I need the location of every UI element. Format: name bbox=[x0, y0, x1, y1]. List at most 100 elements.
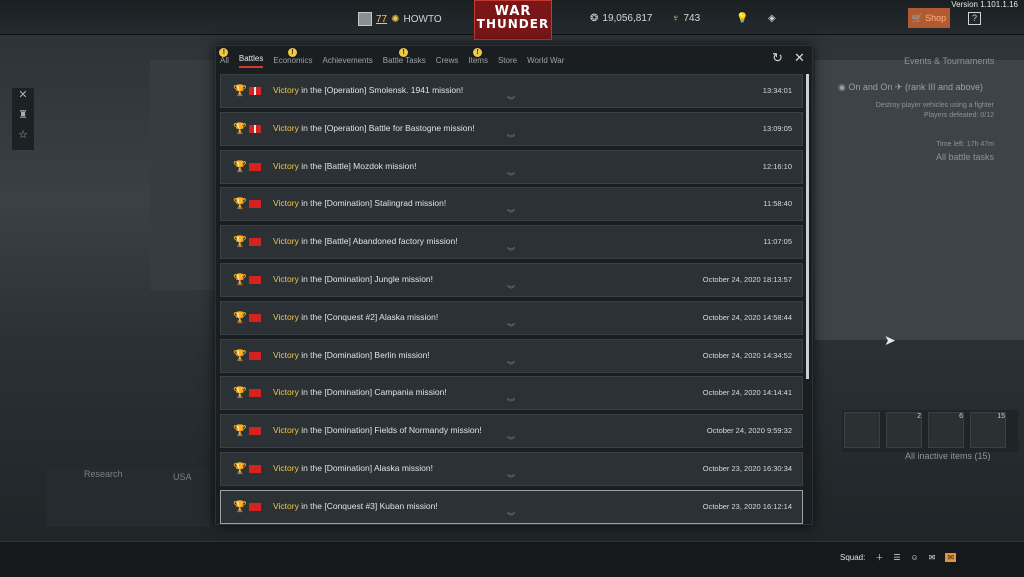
timestamp: 13:09:05 bbox=[762, 123, 792, 133]
trophy-icon: 🏆 bbox=[233, 122, 247, 135]
list-item[interactable]: 🏆 Victory in the [Operation] Battle for B… bbox=[220, 111, 803, 146]
tab-world-war[interactable]: World War bbox=[527, 56, 564, 68]
chevron-down-icon[interactable]: ︾ bbox=[507, 435, 515, 446]
silver-amount: 19,056,817 bbox=[602, 13, 653, 24]
list-item[interactable]: 🏆 Victory in the [Operation] Smolensk. 19… bbox=[220, 74, 803, 108]
victory-label: Victory bbox=[273, 349, 299, 360]
chevron-down-icon[interactable]: ︾ bbox=[507, 360, 515, 371]
list-icon[interactable]: ☰ bbox=[893, 553, 900, 562]
tab-label: Achievements bbox=[322, 56, 373, 65]
left-toolbar: ✕ ♜ ☆ bbox=[12, 88, 34, 150]
list-item[interactable]: 🏆 Victory in the [Domination] Stalingrad … bbox=[220, 187, 803, 222]
soldier-icon[interactable]: ♜ bbox=[12, 108, 34, 128]
tab-crews[interactable]: Crews bbox=[436, 56, 459, 68]
timestamp: October 24, 2020 9:59:32 bbox=[706, 426, 792, 436]
list-item[interactable]: 🏆 Victory in the [Domination] Jungle miss… bbox=[220, 262, 803, 297]
squad-controls: Squad: ＋ ☰ ☺ ✉ ✉ bbox=[840, 552, 957, 563]
list-item[interactable]: 🏆 Victory in the [Battle] Abandoned facto… bbox=[220, 225, 803, 260]
scrollbar[interactable] bbox=[806, 74, 809, 379]
gold-amount: 743 bbox=[683, 13, 701, 24]
list-item[interactable]: 🏆 Victory in the [Conquest #3] Kuban miss… bbox=[220, 489, 803, 524]
lightbulb-icon[interactable]: 💡 bbox=[736, 13, 748, 24]
all-battle-tasks-link[interactable]: All battle tasks bbox=[936, 152, 994, 162]
item-slot[interactable]: 15 bbox=[970, 412, 1006, 448]
chevron-down-icon[interactable]: ︾ bbox=[507, 171, 515, 182]
mail-icon[interactable]: ✉ bbox=[945, 553, 957, 562]
avatar bbox=[358, 12, 372, 26]
notification-list[interactable]: 🏆 Victory in the [Operation] Smolensk. 19… bbox=[220, 74, 803, 526]
mission-text: in the [Domination] Campania mission! bbox=[298, 387, 447, 398]
list-item[interactable]: 🏆 Victory in the [Domination] Fields of N… bbox=[220, 414, 803, 449]
nation-flag-icon bbox=[249, 313, 261, 322]
warbonds-icon[interactable]: ◈ bbox=[768, 13, 776, 24]
background-building bbox=[150, 60, 220, 290]
cart-icon: 🛒 bbox=[911, 12, 924, 23]
timestamp: 12:16:10 bbox=[762, 161, 792, 171]
tab-label: Items bbox=[468, 56, 488, 65]
notifications-window: All! Battles Economics! Achievements Battle … bbox=[215, 45, 813, 525]
logo-line2: THUNDER bbox=[476, 17, 550, 31]
list-item[interactable]: 🏆 Victory in the [Domination] Campania mi… bbox=[220, 376, 803, 411]
list-item[interactable]: 🏆 Victory in the [Battle] Mozdok mission!… bbox=[220, 149, 803, 184]
golden-eagles[interactable]: ♆ 743 bbox=[672, 13, 700, 24]
plane-icon: ✈ bbox=[894, 82, 903, 92]
chevron-down-icon[interactable]: ︾ bbox=[507, 95, 515, 106]
chevron-down-icon[interactable]: ︾ bbox=[507, 133, 515, 144]
game-logo[interactable]: WAR THUNDER bbox=[474, 0, 552, 40]
chat-icon[interactable]: ✉ bbox=[929, 553, 936, 562]
tab-store[interactable]: Store bbox=[498, 56, 517, 68]
help-button[interactable]: ? bbox=[968, 12, 981, 25]
timestamp: October 24, 2020 14:34:52 bbox=[702, 350, 792, 360]
chevron-down-icon[interactable]: ︾ bbox=[507, 511, 515, 522]
chevron-down-icon[interactable]: ︾ bbox=[507, 473, 515, 484]
victory-label: Victory bbox=[273, 122, 299, 133]
timestamp: October 24, 2020 18:13:57 bbox=[702, 274, 792, 284]
research-label: Research bbox=[84, 469, 123, 479]
item-slot[interactable]: 6 bbox=[928, 412, 964, 448]
shop-button[interactable]: 🛒 Shop bbox=[908, 8, 950, 28]
tab-achievements[interactable]: Achievements bbox=[322, 56, 372, 68]
tab-label: All bbox=[220, 56, 229, 65]
tab-battles[interactable]: Battles bbox=[238, 54, 264, 68]
victory-label: Victory bbox=[273, 500, 299, 511]
list-item[interactable]: 🏆 Victory in the [Domination] Berlin miss… bbox=[220, 338, 803, 373]
add-squad-icon[interactable]: ＋ bbox=[875, 552, 883, 563]
close-icon[interactable]: ✕ bbox=[794, 50, 805, 66]
trophy-icon: 🏆 bbox=[233, 273, 247, 286]
trophy-icon: 🏆 bbox=[233, 236, 247, 249]
item-count: 6 bbox=[959, 413, 963, 420]
inactive-items-link[interactable]: All inactive items (15) bbox=[905, 451, 991, 461]
tab-items[interactable]: Items! bbox=[468, 48, 488, 68]
task-description: Destroy player vehicles using a fighter bbox=[875, 102, 994, 109]
timestamp: October 24, 2020 14:58:44 bbox=[702, 312, 792, 322]
nation-flag-icon bbox=[249, 238, 261, 247]
item-slot[interactable]: 2 bbox=[886, 412, 922, 448]
tab-all[interactable]: All! bbox=[219, 48, 229, 68]
item-slot[interactable] bbox=[844, 412, 880, 448]
chevron-down-icon[interactable]: ︾ bbox=[507, 246, 515, 257]
mission-text: in the [Domination] Berlin mission! bbox=[298, 349, 430, 360]
chevron-down-icon[interactable]: ︾ bbox=[507, 208, 515, 219]
tab-label: Battle Tasks bbox=[382, 56, 426, 65]
friends-icon[interactable]: ☺ bbox=[911, 553, 919, 562]
events-tournaments-link[interactable]: Events & Tournaments bbox=[904, 56, 994, 66]
player-profile[interactable]: 77 ✺ HOWTO bbox=[358, 12, 442, 26]
trophy-icon: 🏆 bbox=[233, 198, 247, 211]
chevron-down-icon[interactable]: ︾ bbox=[507, 397, 515, 408]
rank-icon: ✺ bbox=[391, 13, 400, 25]
tab-battle-tasks[interactable]: Battle Tasks! bbox=[382, 48, 426, 68]
chevron-down-icon[interactable]: ︾ bbox=[507, 284, 515, 295]
list-item[interactable]: 🏆 Victory in the [Conquest #2] Alaska mis… bbox=[220, 300, 803, 335]
tab-label: Store bbox=[497, 56, 518, 65]
tab-economics[interactable]: Economics! bbox=[273, 48, 312, 68]
silver-lions[interactable]: ❂ 19,056,817 bbox=[590, 13, 652, 24]
refresh-icon[interactable]: ↻ bbox=[772, 50, 783, 66]
item-count: 2 bbox=[917, 413, 921, 420]
chevron-down-icon[interactable]: ︾ bbox=[507, 322, 515, 333]
player-rank: 77 bbox=[376, 13, 388, 25]
star-icon[interactable]: ☆ bbox=[12, 128, 34, 148]
list-item[interactable]: 🏆 Victory in the [Domination] Alaska miss… bbox=[220, 451, 803, 486]
battle-task[interactable]: ◉ On and On ✈ (rank III and above) bbox=[838, 82, 983, 93]
notification-text: Victory in the [Operation] Battle for Ba… bbox=[273, 123, 475, 133]
crossed-tools-icon[interactable]: ✕ bbox=[12, 88, 34, 108]
